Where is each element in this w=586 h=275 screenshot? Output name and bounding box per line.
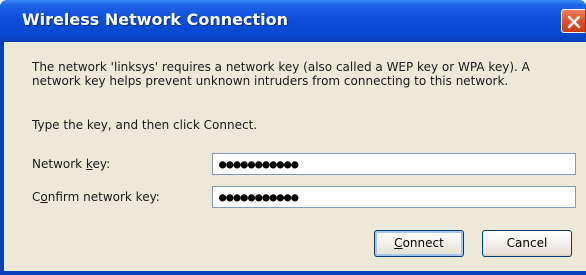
instruction-text: Type the key, and then click Connect. (32, 118, 258, 132)
confirm-key-label: Confirm network key: (32, 190, 160, 204)
window-title: Wireless Network Connection (22, 10, 288, 29)
network-key-input[interactable]: ●●●●●●●●●●● (212, 153, 576, 175)
description-text: The network 'linksys' requires a network… (32, 60, 572, 88)
dialog-window: Wireless Network Connection The network … (0, 0, 586, 275)
window-frame-bottom (0, 271, 586, 275)
description-line-1: The network 'linksys' requires a network… (32, 60, 530, 74)
network-key-label: Network key: (32, 157, 111, 171)
confirm-key-input[interactable]: ●●●●●●●●●●● (212, 186, 576, 208)
close-button[interactable] (561, 9, 585, 33)
close-icon (567, 15, 581, 29)
cancel-button[interactable]: Cancel (482, 230, 572, 257)
connect-button[interactable]: Connect (374, 230, 464, 257)
description-line-2: network key helps prevent unknown intrud… (32, 74, 509, 88)
title-bar[interactable]: Wireless Network Connection (0, 0, 586, 42)
